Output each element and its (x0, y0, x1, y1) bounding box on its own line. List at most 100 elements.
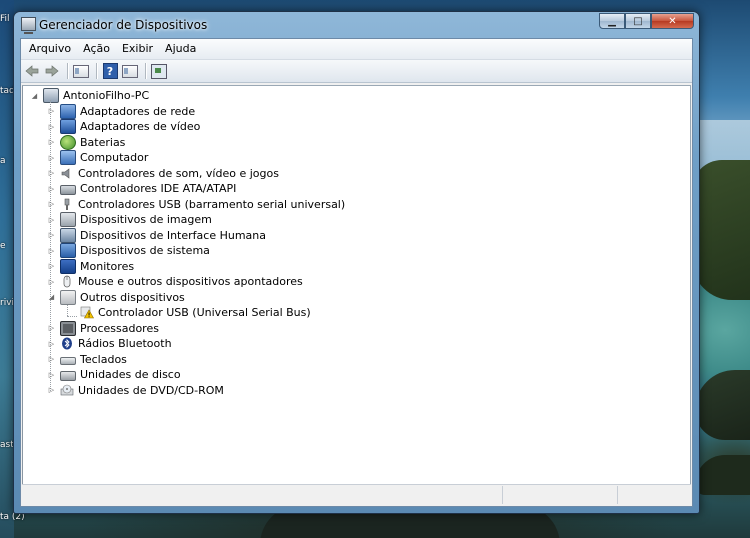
collapse-arrow-icon[interactable]: ◢ (47, 293, 56, 302)
ide-controller-icon (60, 185, 76, 196)
expand-arrow-icon[interactable]: ▷ (47, 200, 56, 209)
keyboard-icon (60, 357, 76, 366)
tree-category-expanded[interactable]: ◢ Outros dispositivos (47, 289, 185, 306)
expand-arrow-icon[interactable]: ▷ (47, 277, 56, 286)
category-label: Adaptadores de vídeo (80, 120, 201, 134)
tree-guide-line (67, 316, 77, 317)
system-device-icon (60, 243, 76, 259)
tree-category[interactable]: ▷ Teclados (47, 352, 127, 368)
title-bar[interactable]: Gerenciador de Dispositivos ▁ □ ✕ (14, 12, 699, 38)
tree-category[interactable]: ▷ Unidades de DVD/CD-ROM (47, 383, 224, 399)
desktop-rock (695, 370, 750, 440)
menu-ajuda[interactable]: Ajuda (159, 40, 202, 58)
processor-icon (60, 320, 76, 336)
desktop-icon-label[interactable]: rivi (0, 298, 14, 308)
expand-arrow-icon[interactable]: ▷ (47, 324, 56, 333)
back-arrow-icon[interactable] (23, 62, 41, 80)
mouse-icon (60, 275, 74, 288)
dvd-drive-icon (60, 384, 74, 397)
tree-category[interactable]: ▷ Dispositivos de sistema (47, 243, 210, 259)
tree-category[interactable]: ▷ Rádios Bluetooth (47, 336, 172, 352)
expand-arrow-icon[interactable]: ▷ (47, 107, 56, 116)
collapse-arrow-icon[interactable]: ◢ (30, 91, 39, 100)
tree-category[interactable]: ▷ Processadores (47, 320, 159, 337)
tree-device[interactable]: Controlador USB (Universal Serial Bus) (80, 305, 311, 321)
expand-arrow-icon[interactable]: ▷ (47, 153, 56, 162)
tree-root-label: AntonioFilho-PC (63, 89, 150, 103)
expand-arrow-icon[interactable]: ▷ (47, 386, 56, 395)
category-label: Rádios Bluetooth (78, 337, 172, 351)
tree-category[interactable]: ▷ Adaptadores de rede (47, 103, 196, 120)
tree-category[interactable]: ▷ Controladores de som, vídeo e jogos (47, 166, 279, 182)
tree-root[interactable]: ◢ AntonioFilho-PC (30, 88, 149, 104)
disk-drive-icon (60, 371, 76, 382)
expand-arrow-icon[interactable]: ▷ (47, 246, 56, 255)
category-label: Dispositivos de Interface Humana (80, 228, 266, 242)
device-manager-app-icon[interactable] (21, 17, 36, 34)
help-icon[interactable]: ? (101, 62, 119, 80)
monitor-icon (60, 258, 76, 274)
expand-arrow-icon[interactable]: ▷ (47, 184, 56, 193)
category-label: Unidades de disco (80, 368, 181, 382)
expand-arrow-icon[interactable]: ▷ (47, 122, 56, 131)
expand-arrow-icon[interactable]: ▷ (47, 355, 56, 364)
desktop-icons-strip (0, 0, 14, 538)
desktop-icon-label[interactable]: ast (0, 440, 14, 450)
scan-hardware-icon[interactable] (150, 62, 168, 80)
tree-category[interactable]: ▷ Dispositivos de Interface Humana (47, 227, 266, 244)
tree-category[interactable]: ▷ Computador (47, 150, 148, 166)
window-controls: ▁ □ ✕ (599, 13, 694, 31)
device-label: Controlador USB (Universal Serial Bus) (98, 306, 311, 320)
category-label: Computador (80, 151, 149, 165)
tree-category[interactable]: ▷ Dispositivos de imagem (47, 212, 212, 228)
menu-exibir[interactable]: Exibir (116, 40, 159, 58)
device-tree[interactable]: ◢ AntonioFilho-PC ▷ Adaptadores de rede … (22, 85, 691, 487)
desktop-icon-label[interactable]: Fil (0, 14, 10, 24)
category-label: Controladores IDE ATA/ATAPI (80, 182, 237, 196)
category-label: Controladores de som, vídeo e jogos (78, 166, 279, 180)
speaker-icon (60, 167, 74, 180)
tree-category[interactable]: ▷ Controladores USB (barramento serial u… (47, 197, 345, 213)
hid-icon (60, 227, 76, 243)
expand-arrow-icon[interactable]: ▷ (47, 169, 56, 178)
expand-arrow-icon[interactable]: ▷ (47, 262, 56, 271)
tree-category[interactable]: ▷ Controladores IDE ATA/ATAPI (47, 181, 236, 197)
unknown-device-icon (60, 289, 76, 305)
tree-category[interactable]: ▷ Mouse e outros dispositivos apontadore… (47, 274, 303, 290)
close-button[interactable]: ✕ (651, 13, 694, 29)
battery-icon (60, 134, 76, 150)
category-label: Controladores USB (barramento serial uni… (78, 197, 346, 211)
expand-arrow-icon[interactable]: ▷ (47, 231, 56, 240)
category-label: Adaptadores de rede (80, 104, 196, 118)
toolbar-separator (96, 63, 97, 79)
computer-icon (43, 88, 59, 104)
menu-acao[interactable]: Ação (77, 40, 116, 58)
bluetooth-icon (60, 337, 74, 350)
minimize-button[interactable]: ▁ (599, 13, 625, 29)
expand-arrow-icon[interactable]: ▷ (47, 339, 56, 348)
tree-category[interactable]: ▷ Adaptadores de vídeo (47, 119, 200, 135)
expand-arrow-icon[interactable]: ▷ (47, 215, 56, 224)
expand-arrow-icon[interactable]: ▷ (47, 138, 56, 147)
status-cell (503, 486, 618, 504)
expand-arrow-icon[interactable]: ▷ (47, 370, 56, 379)
desktop-icon-label[interactable]: e (0, 241, 6, 251)
properties-icon[interactable] (121, 62, 139, 80)
tree-category[interactable]: ▷ Baterias (47, 134, 125, 151)
menu-arquivo[interactable]: Arquivo (23, 40, 77, 58)
category-label: Outros dispositivos (80, 290, 185, 304)
warning-device-icon (80, 306, 95, 319)
tree-category[interactable]: ▷ Unidades de disco (47, 367, 181, 383)
tree-category[interactable]: ▷ Monitores (47, 258, 135, 275)
category-label: Teclados (80, 352, 127, 366)
status-cell (22, 486, 503, 504)
forward-arrow-icon[interactable] (43, 62, 61, 80)
category-label: Monitores (80, 259, 135, 273)
usb-plug-icon (60, 198, 74, 211)
desktop-rock (695, 455, 750, 495)
window-title: Gerenciador de Dispositivos (39, 18, 208, 32)
maximize-button[interactable]: □ (625, 13, 651, 29)
toolbar: ? (21, 60, 692, 83)
desktop-icon-label[interactable]: a (0, 156, 6, 166)
show-hide-console-tree-icon[interactable] (72, 62, 90, 80)
